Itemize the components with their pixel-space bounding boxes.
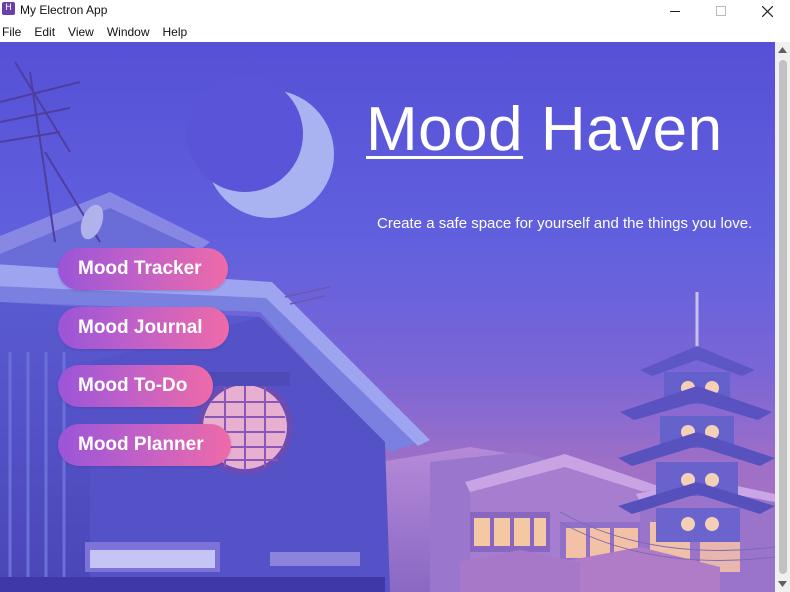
scroll-down-button[interactable] [775, 576, 790, 592]
mood-tracker-button[interactable]: Mood Tracker [58, 248, 228, 290]
menu-view[interactable]: View [66, 22, 96, 42]
mood-todo-button[interactable]: Mood To-Do [58, 365, 213, 407]
menu-edit[interactable]: Edit [32, 22, 57, 42]
menu-bar: File Edit View Window Help [0, 22, 790, 42]
page-title-word-2: Haven [540, 95, 723, 164]
mood-planner-button[interactable]: Mood Planner [58, 424, 231, 466]
menu-file[interactable]: File [0, 22, 23, 42]
chevron-down-icon [778, 581, 787, 587]
menu-window[interactable]: Window [105, 22, 152, 42]
close-button[interactable] [744, 0, 790, 22]
vertical-scrollbar[interactable] [775, 42, 790, 592]
maximize-button[interactable] [698, 0, 744, 22]
close-icon [761, 5, 773, 17]
minimize-icon [670, 11, 680, 12]
app-icon: H [2, 2, 15, 15]
minimize-button[interactable] [652, 0, 698, 22]
chevron-up-icon [778, 47, 787, 53]
main-content: Mood Haven Create a safe space for yours… [0, 42, 775, 592]
tagline: Create a safe space for yourself and the… [377, 215, 753, 232]
mood-journal-button[interactable]: Mood Journal [58, 307, 229, 349]
maximize-icon [716, 6, 726, 16]
scroll-up-button[interactable] [775, 42, 790, 58]
window-title: My Electron App [20, 3, 108, 17]
page-title-word-1: Mood [366, 95, 524, 164]
title-bar: H My Electron App [0, 0, 790, 22]
page-title: Mood Haven [366, 94, 723, 165]
menu-help[interactable]: Help [161, 22, 190, 42]
scroll-thumb[interactable] [779, 60, 787, 574]
